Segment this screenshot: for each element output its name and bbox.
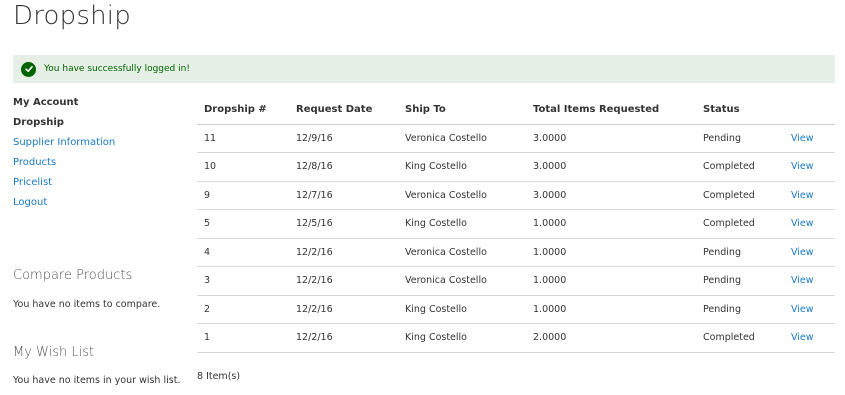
table-row: 5 12/5/16 King Costello 1.0000 Completed… [197, 209, 835, 239]
header-status: Status [696, 96, 784, 125]
success-message: You have successfully logged in! [13, 55, 835, 83]
cell-total-items: 2.0000 [526, 323, 696, 353]
cell-status: Completed [696, 181, 784, 210]
table-row: 1 12/2/16 King Costello 2.0000 Completed… [197, 323, 835, 353]
cell-request-date: 12/2/16 [289, 295, 398, 324]
cell-request-date: 12/5/16 [289, 209, 398, 239]
wishlist-title: My Wish List [13, 345, 95, 360]
cell-ship-to: Veronica Costello [398, 266, 526, 296]
success-message-text: You have successfully logged in! [44, 64, 190, 74]
cell-dropship-number: 1 [197, 323, 289, 353]
cell-dropship-number: 9 [197, 181, 289, 210]
cell-ship-to: Veronica Costello [398, 238, 526, 267]
header-total-items: Total Items Requested [526, 96, 696, 125]
cell-status: Pending [696, 266, 784, 296]
table-row: 3 12/2/16 Veronica Costello 1.0000 Pendi… [197, 266, 835, 296]
header-dropship-number: Dropship # [197, 96, 289, 125]
cell-dropship-number: 10 [197, 152, 289, 182]
item-count: 8 Item(s) [197, 371, 241, 382]
cell-status: Pending [696, 295, 784, 324]
cell-request-date: 12/2/16 [289, 323, 398, 353]
view-link[interactable]: View [784, 124, 835, 153]
account-nav-title: My Account [13, 97, 79, 108]
cell-request-date: 12/7/16 [289, 181, 398, 210]
cell-ship-to: King Costello [398, 323, 526, 353]
view-link[interactable]: View [784, 266, 835, 296]
header-request-date: Request Date [289, 96, 398, 125]
header-actions [784, 96, 835, 125]
cell-total-items: 1.0000 [526, 209, 696, 239]
cell-total-items: 3.0000 [526, 124, 696, 153]
table-header-row: Dropship # Request Date Ship To Total It… [197, 96, 835, 125]
cell-status: Completed [696, 209, 784, 239]
wishlist-empty: You have no items in your wish list. [13, 375, 181, 386]
view-link[interactable]: View [784, 295, 835, 324]
nav-item-dropship: Dropship [13, 117, 64, 128]
nav-item-logout[interactable]: Logout [13, 196, 183, 216]
cell-ship-to: King Costello [398, 152, 526, 182]
cell-total-items: 1.0000 [526, 295, 696, 324]
cell-status: Pending [696, 238, 784, 267]
table-row: 10 12/8/16 King Costello 3.0000 Complete… [197, 152, 835, 182]
compare-products-title: Compare Products [13, 268, 133, 283]
cell-request-date: 12/2/16 [289, 238, 398, 267]
page-title: Dropship [13, 1, 131, 31]
cell-ship-to: Veronica Costello [398, 181, 526, 210]
table-row: 9 12/7/16 Veronica Costello 3.0000 Compl… [197, 181, 835, 210]
cell-dropship-number: 3 [197, 266, 289, 296]
cell-status: Completed [696, 323, 784, 353]
nav-item-supplier-information[interactable]: Supplier Information [13, 136, 183, 156]
cell-dropship-number: 5 [197, 209, 289, 239]
cell-ship-to: Veronica Costello [398, 124, 526, 153]
view-link[interactable]: View [784, 209, 835, 239]
cell-status: Completed [696, 152, 784, 182]
cell-total-items: 3.0000 [526, 152, 696, 182]
dropship-table: Dropship # Request Date Ship To Total It… [197, 96, 835, 353]
cell-request-date: 12/9/16 [289, 124, 398, 153]
cell-total-items: 3.0000 [526, 181, 696, 210]
header-ship-to: Ship To [398, 96, 526, 125]
cell-status: Pending [696, 124, 784, 153]
cell-request-date: 12/2/16 [289, 266, 398, 296]
view-link[interactable]: View [784, 323, 835, 353]
view-link[interactable]: View [784, 181, 835, 210]
check-circle-icon [21, 61, 36, 77]
nav-item-products[interactable]: Products [13, 156, 183, 176]
table-row: 11 12/9/16 Veronica Costello 3.0000 Pend… [197, 124, 835, 153]
cell-ship-to: King Costello [398, 209, 526, 239]
cell-dropship-number: 11 [197, 124, 289, 153]
cell-request-date: 12/8/16 [289, 152, 398, 182]
cell-total-items: 1.0000 [526, 238, 696, 267]
view-link[interactable]: View [784, 238, 835, 267]
cell-ship-to: King Costello [398, 295, 526, 324]
cell-dropship-number: 4 [197, 238, 289, 267]
cell-total-items: 1.0000 [526, 266, 696, 296]
view-link[interactable]: View [784, 152, 835, 182]
compare-products-empty: You have no items to compare. [13, 299, 161, 310]
account-nav: My Account Dropship Supplier Information… [13, 96, 183, 216]
table-row: 2 12/2/16 King Costello 1.0000 Pending V… [197, 295, 835, 324]
table-row: 4 12/2/16 Veronica Costello 1.0000 Pendi… [197, 238, 835, 267]
cell-dropship-number: 2 [197, 295, 289, 324]
nav-item-pricelist[interactable]: Pricelist [13, 176, 183, 196]
